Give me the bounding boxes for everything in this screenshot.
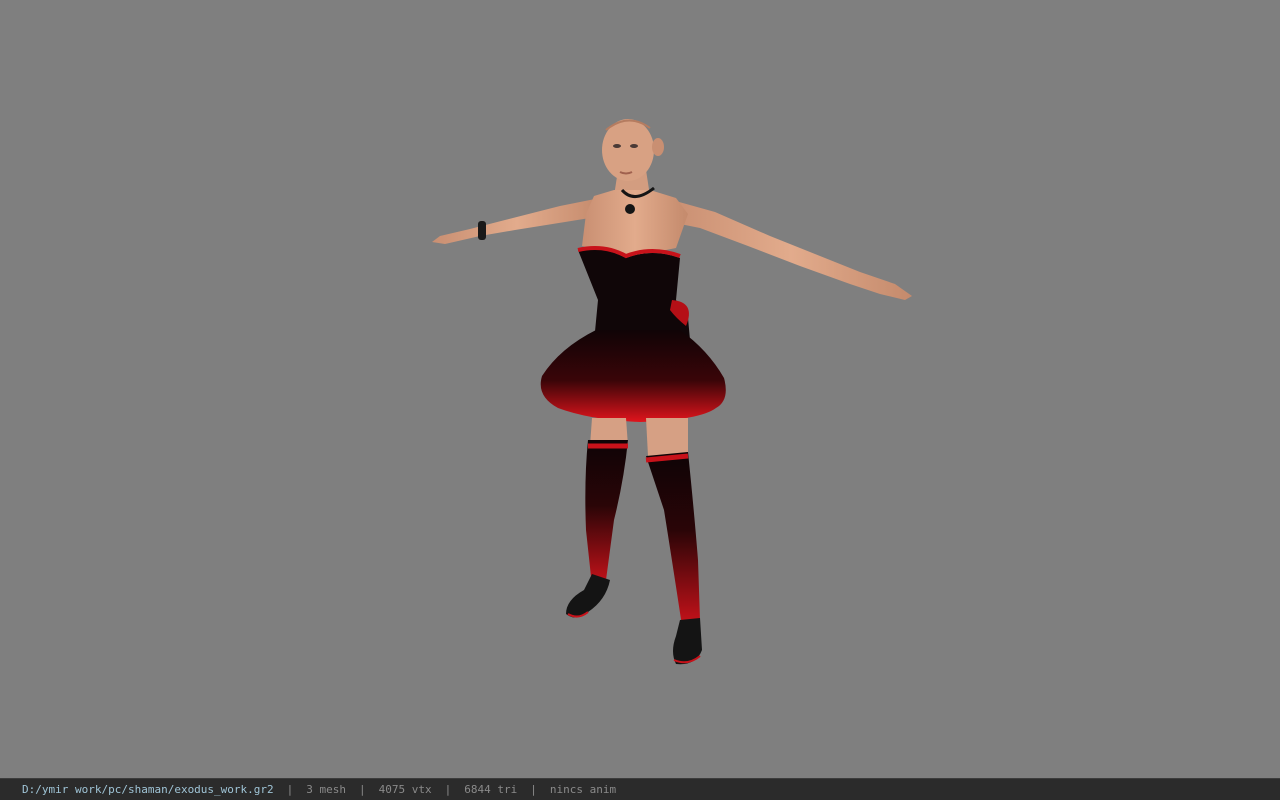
vertex-count: 4075 vtx [378, 783, 432, 796]
separator: | [359, 783, 366, 796]
file-path: D:/ymir work/pc/shaman/exodus_work.gr2 [22, 783, 274, 796]
pendant [625, 204, 635, 214]
bracelet [478, 221, 486, 240]
animation-status: nincs anim [549, 783, 617, 796]
character-model [432, 119, 912, 665]
separator: | [286, 783, 294, 796]
right-thigh [646, 418, 688, 456]
triangle-count: 6844 tri [464, 783, 518, 796]
right-stocking [646, 452, 700, 626]
left-stocking [585, 440, 628, 586]
left-arm [432, 198, 602, 244]
status-bar: D:/ymir work/pc/shaman/exodus_work.gr2 |… [0, 778, 1280, 800]
skirt [540, 330, 726, 422]
separator: | [530, 783, 537, 796]
mesh-count: 3 mesh [306, 783, 347, 796]
right-arm [670, 200, 912, 300]
bodice [578, 249, 690, 342]
3d-viewport[interactable] [0, 0, 1280, 778]
separator: | [444, 783, 452, 796]
left-shoe [566, 574, 610, 618]
